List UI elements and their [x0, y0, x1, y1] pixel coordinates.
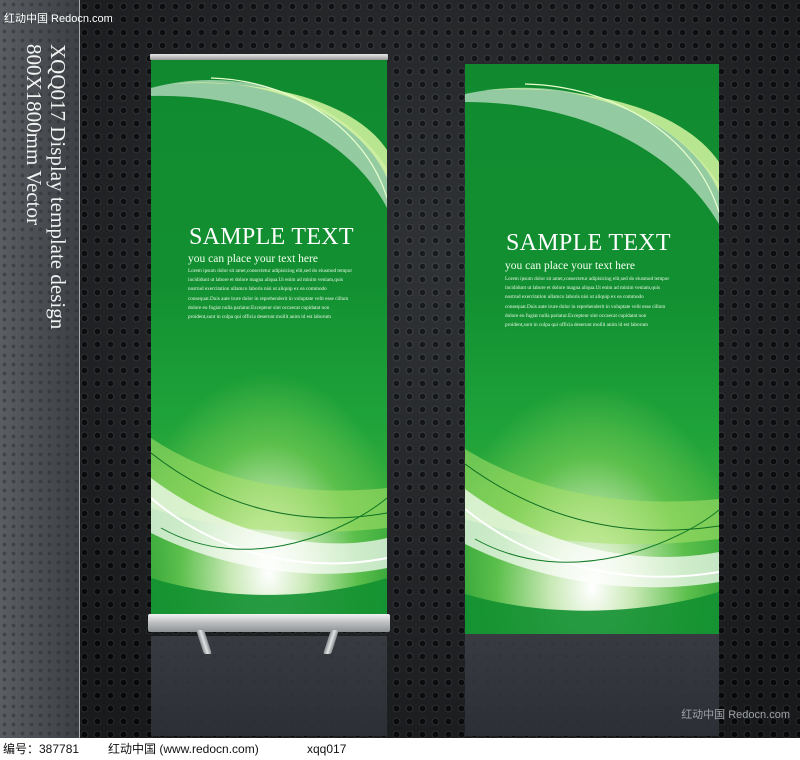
watermark-bottom: 红动中国 Redocn.com [681, 709, 790, 721]
caption-line-2: 800X1800mm Vector [22, 44, 46, 226]
body-line: consequat.Duis aute irure dolor in repre… [188, 295, 349, 302]
body-line: proident,sunt in culpa qui officia deser… [505, 322, 648, 329]
footer-code: xqq017 [307, 742, 347, 756]
footer-site: 红动中国 (www.redocn.com) [108, 742, 259, 756]
vertical-caption: XQQ017 Display template design 800X1800m… [22, 44, 70, 329]
body-line: Lorem ipsum dolor sit amet,consectetur a… [505, 276, 670, 282]
stand-base [148, 614, 390, 632]
banner-left: SAMPLE TEXT you can place your text here… [151, 58, 387, 618]
body-line: incididunt ut labore et dolore magna ali… [188, 277, 344, 284]
swoosh-decoration [151, 77, 387, 618]
banner-right-title: SAMPLE TEXT [506, 230, 671, 256]
swoosh-decoration [465, 83, 719, 634]
body-line: dolore eu fugiat nulla pariatur.Excepteu… [505, 312, 647, 319]
banner-left-title: SAMPLE TEXT [189, 224, 354, 250]
floor-reflection-left [151, 636, 387, 736]
body-line: nostrud exercitation ullamco laboris nis… [505, 294, 644, 301]
body-line: incididunt ut labore et dolore magna ali… [505, 285, 661, 292]
caption-line-1: XQQ017 Display template design [46, 44, 70, 330]
footer-bar: 编号：387781 红动中国 (www.redocn.com) xqq017 [0, 738, 800, 760]
watermark-top: 红动中国 Redocn.com [4, 13, 113, 25]
body-line: Lorem ipsum dolor sit amet,consectetur a… [188, 268, 353, 274]
body-line: nostrud exercitation ullamco laboris nis… [188, 286, 327, 293]
perforated-metal-background: 红动中国 Redocn.com XQQ017 Display template … [0, 0, 800, 738]
banner-right: SAMPLE TEXT you can place your text here… [465, 64, 719, 634]
body-line: consequat.Duis aute irure dolor in repre… [505, 303, 666, 310]
body-line: proident,sunt in culpa qui officia deser… [188, 314, 331, 321]
body-line: dolore eu fugiat nulla pariatur.Excepteu… [188, 304, 330, 311]
banner-left-body: Lorem ipsum dolor sit amet,consectetur a… [188, 267, 384, 322]
banner-right-subtitle: you can place your text here [505, 260, 635, 272]
stand-top-bar [150, 54, 388, 60]
footer-id: 编号：387781 [3, 742, 80, 756]
banner-right-body: Lorem ipsum dolor sit amet,consectetur a… [505, 275, 715, 330]
banner-left-subtitle: you can place your text here [188, 253, 318, 265]
